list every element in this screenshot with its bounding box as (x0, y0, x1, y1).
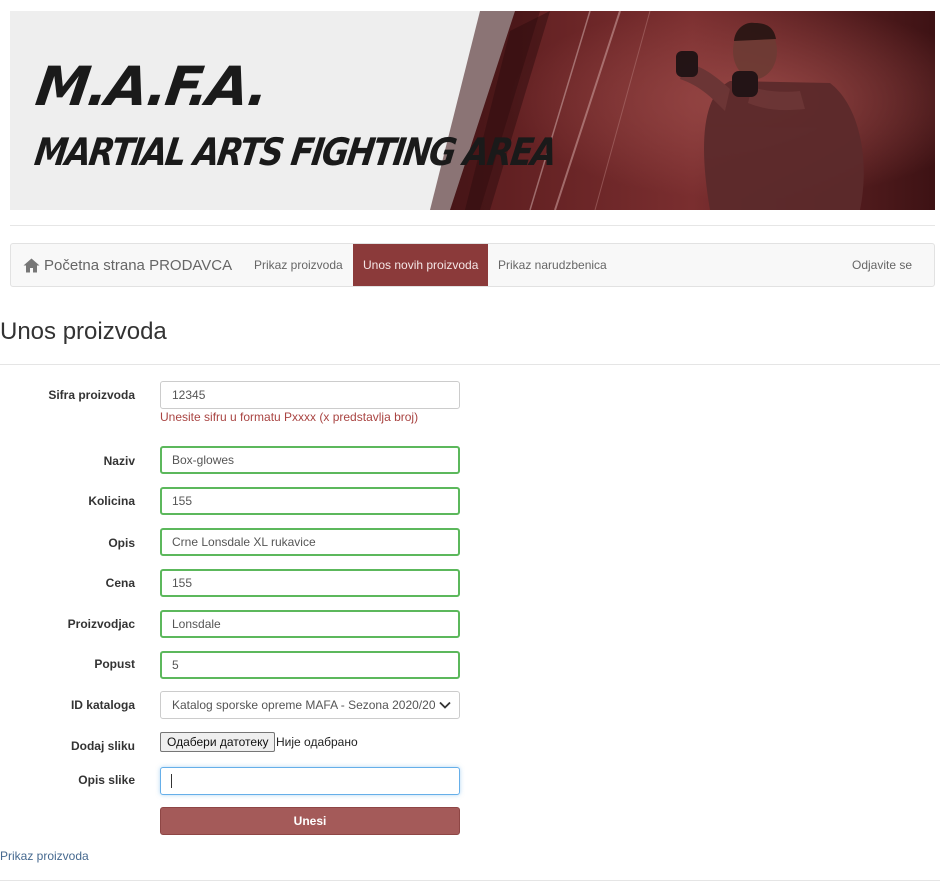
nav-brand-home[interactable]: Početna strana PRODAVCA (23, 244, 232, 286)
popust-input[interactable] (160, 651, 460, 679)
nav-brand-label: Početna strana PRODAVCA (44, 256, 233, 274)
prikaz-proizvoda-link[interactable]: Prikaz proizvoda (0, 849, 89, 863)
page-title: Unos proizvoda (0, 318, 167, 345)
page-title-divider (0, 364, 940, 365)
popust-label: Popust (94, 657, 135, 671)
home-icon (23, 258, 40, 272)
opis-slike-input[interactable] (160, 767, 460, 795)
opis-input[interactable] (160, 528, 460, 556)
banner-logo-subtitle: MARTIAL ARTS FIGHTING AREA (32, 129, 559, 174)
naziv-label: Naziv (103, 454, 135, 468)
sifra-input[interactable] (160, 381, 460, 409)
cena-label: Cena (105, 576, 135, 590)
footer-divider (0, 880, 940, 881)
opis-slike-label: Opis slike (78, 773, 135, 787)
katalog-selected-value: Katalog sporske opreme MAFA - Sezona 202… (172, 698, 435, 712)
text-cursor (171, 774, 172, 788)
nav-item-prikaz-narudzbenica[interactable]: Prikaz narudzbenica (488, 244, 617, 286)
proizvodjac-label: Proizvodjac (67, 617, 135, 631)
top-navbar: Početna strana PRODAVCA Prikaz proizvoda… (10, 243, 935, 287)
proizvodjac-input[interactable] (160, 610, 460, 638)
slika-label: Dodaj sliku (70, 739, 135, 753)
submit-button[interactable]: Unesi (160, 807, 460, 835)
sifra-error-message: Unesite sifru u formatu Pxxxx (x predsta… (160, 410, 419, 424)
katalog-select[interactable]: Katalog sporske opreme MAFA - Sezona 202… (160, 691, 460, 719)
sifra-label: Sifra proizvoda (48, 388, 135, 402)
file-status-text: Није одабрано (276, 735, 358, 749)
chevron-down-icon (439, 701, 451, 709)
naziv-input[interactable] (160, 446, 460, 474)
choose-file-button[interactable]: Одабери датотеку (160, 732, 276, 752)
kolicina-input[interactable] (160, 487, 460, 515)
cena-input[interactable] (160, 569, 460, 597)
nav-item-logout[interactable]: Odjavite se (842, 244, 922, 286)
banner-logo-title: M.A.F.A. (32, 55, 272, 118)
nav-item-unos-novih-proizvoda[interactable]: Unos novih proizvoda (353, 244, 488, 286)
nav-item-prikaz-proizvoda[interactable]: Prikaz proizvoda (244, 244, 353, 286)
banner-divider (10, 225, 935, 226)
kolicina-label: Kolicina (88, 494, 135, 508)
opis-label: Opis (108, 536, 135, 550)
katalog-label: ID kataloga (70, 698, 135, 712)
header-banner: M.A.F.A. MARTIAL ARTS FIGHTING AREA (10, 11, 935, 210)
